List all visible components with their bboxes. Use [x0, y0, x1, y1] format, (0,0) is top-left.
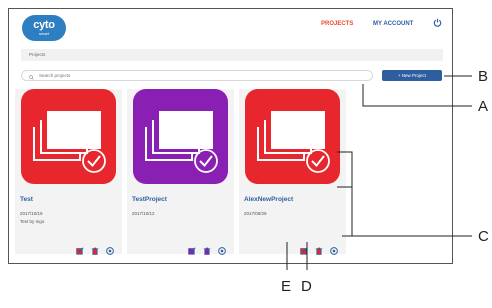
callout-e: E	[281, 278, 292, 295]
callout-a: A	[478, 98, 489, 115]
callout-b: B	[478, 68, 489, 85]
callout-lines	[286, 75, 472, 270]
callout-d: D	[301, 278, 312, 295]
callout-c: C	[478, 228, 489, 245]
